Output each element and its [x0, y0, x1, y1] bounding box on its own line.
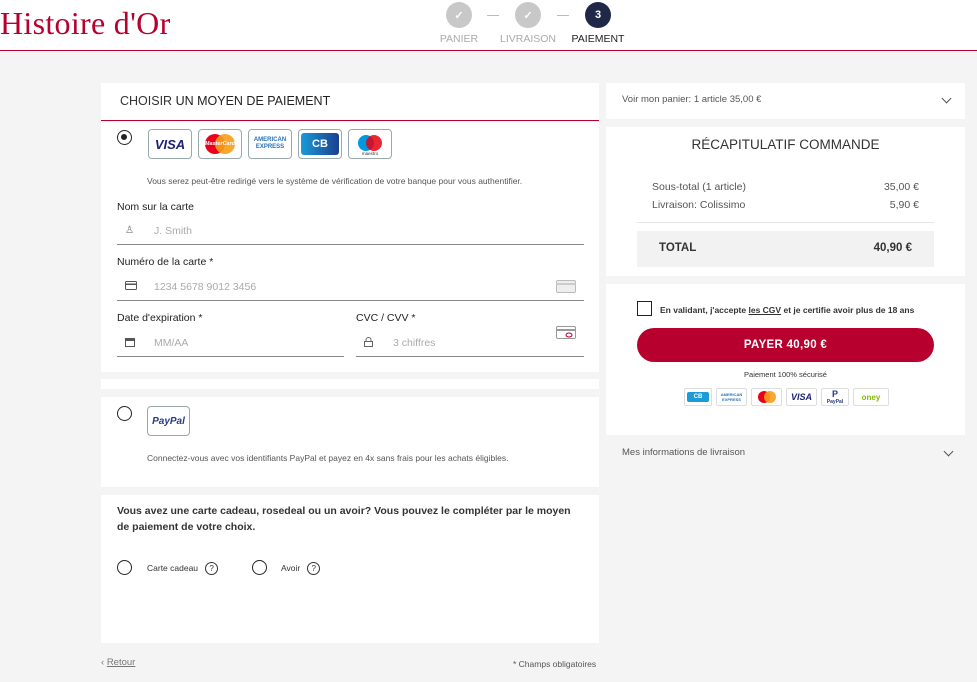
total-label: TOTAL [659, 242, 697, 254]
card-number-input[interactable]: 1234 5678 9012 3456 [117, 273, 584, 301]
subtotal-value: 35,00 € [883, 181, 919, 193]
title-prefix: CHOISIR [120, 94, 173, 108]
credit-option[interactable]: Avoir? [281, 562, 321, 575]
help-icon[interactable]: ? [307, 562, 321, 575]
delivery-info-label: Mes informations de livraison [622, 447, 746, 458]
help-icon[interactable]: ? [205, 562, 219, 575]
back-link[interactable]: ‹ Retour [101, 657, 135, 668]
shipping-label: Livraison: Colissimo [652, 199, 746, 211]
step-paiement: 3 PAIEMENT [563, 2, 633, 45]
card-number-label: Numéro de la carte * [117, 256, 214, 268]
total-row: TOTAL 40,90 € [637, 231, 934, 267]
cgv-link[interactable]: les CGV [748, 305, 781, 315]
calendar-icon [125, 337, 135, 350]
maestro-logo: maestro [348, 129, 392, 159]
required-note: * Champs obligatoires [513, 659, 597, 669]
visa-mini-logo: VISA [786, 388, 817, 406]
cvc-placeholder: 3 chiffres [393, 337, 436, 349]
chevron-left-icon: ‹ [101, 657, 105, 668]
paypal-mini-logo: P PayPal [821, 388, 849, 406]
brand-logo[interactable]: Histoire d'Or [0, 5, 171, 42]
order-summary: RÉCAPITULATIF COMMANDE Sous-total (1 art… [606, 127, 965, 276]
card-redirect-note: Vous serez peut-être redirigé vers le sy… [147, 176, 523, 186]
gift-card-radio[interactable] [117, 560, 132, 575]
step-number: 3 [585, 2, 611, 28]
paypal-note: Connectez-vous avec vos identifiants Pay… [147, 453, 509, 463]
credit-radio[interactable] [252, 560, 267, 575]
cart-toggle-label: Voir mon panier: 1 article 35,00 € [622, 94, 762, 105]
cart-toggle[interactable]: Voir mon panier: 1 article 35,00 € [606, 83, 965, 119]
cvc-label: CVC / CVV * [356, 312, 416, 324]
divider [637, 222, 934, 223]
terms-text: En validant, j'accepte les CGV et je cer… [660, 305, 915, 315]
name-on-card-input[interactable]: ♙ J. Smith [117, 217, 584, 245]
step-panier[interactable]: ✓ PANIER [424, 2, 494, 45]
credit-card-icon [125, 281, 137, 293]
subtotal-label: Sous-total (1 article) [652, 181, 746, 193]
step-label: LIVRAISON [499, 33, 557, 45]
cb-mini-logo: CB [684, 388, 712, 406]
amex-logo: AMERICAN EXPRESS [248, 129, 292, 159]
card-radio[interactable] [117, 130, 132, 145]
gift-card-option[interactable]: Carte cadeau? [147, 562, 219, 575]
cvc-card-icon [556, 326, 576, 344]
lock-icon [364, 337, 373, 350]
visa-logo: VISA [148, 129, 192, 159]
expiry-label: Date d'expiration * [117, 312, 203, 324]
pay-button[interactable]: PAYER 40,90 € [637, 328, 934, 362]
step-label: PAIEMENT [571, 33, 625, 45]
mastercard-logo: MasterCard [198, 129, 242, 159]
card-generic-icon [556, 280, 576, 298]
amex-mini-logo: AMERICAN EXPRESS [716, 388, 747, 406]
step-label: PANIER [439, 33, 479, 45]
paypal-radio[interactable] [117, 406, 132, 421]
expiry-input[interactable]: MM/AA [117, 329, 344, 357]
terms-checkbox[interactable] [637, 301, 652, 316]
header: Histoire d'Or ✓ PANIER ✓ LIVRAISON 3 PAI… [0, 0, 977, 51]
card-number-placeholder: 1234 5678 9012 3456 [154, 281, 257, 293]
payment-section-title: CHOISIR UN MOYEN DE PAIEMENT [101, 83, 599, 121]
gift-question: Vous avez une carte cadeau, rosedeal ou … [117, 505, 571, 533]
check-icon: ✓ [446, 2, 472, 28]
name-label: Nom sur la carte [117, 201, 195, 213]
paypal-logo: PayPal [147, 406, 190, 436]
cvc-input[interactable]: 3 chiffres [356, 326, 584, 357]
spacer-panel [101, 379, 599, 389]
chevron-down-icon [943, 446, 954, 457]
step-livraison[interactable]: ✓ LIVRAISON [493, 2, 563, 45]
total-value: 40,90 € [873, 242, 912, 254]
expiry-placeholder: MM/AA [154, 337, 189, 349]
chevron-down-icon [941, 93, 952, 104]
oney-mini-logo: oney [853, 388, 889, 406]
user-icon: ♙ [125, 225, 134, 236]
check-icon: ✓ [515, 2, 541, 28]
summary-title: RÉCAPITULATIF COMMANDE [691, 137, 880, 152]
secure-payment-note: Paiement 100% sécurisé [744, 370, 827, 379]
mastercard-mini-logo: mastercard [751, 388, 782, 406]
delivery-info-toggle[interactable]: Mes informations de livraison [606, 441, 965, 467]
cb-logo: CB [298, 129, 342, 159]
title-strong: UN MOYEN DE PAIEMENT [175, 94, 331, 108]
shipping-value: 5,90 € [889, 199, 919, 211]
name-placeholder: J. Smith [154, 225, 192, 237]
